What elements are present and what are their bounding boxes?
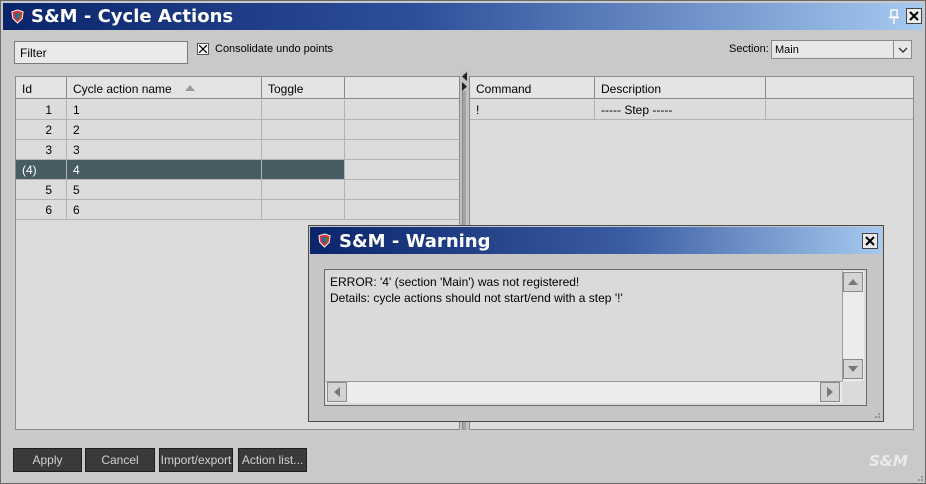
resize-grip-icon[interactable] (871, 409, 881, 419)
cell-id[interactable]: 1 (16, 100, 67, 120)
cell-id[interactable]: 6 (16, 200, 67, 220)
close-icon (865, 236, 875, 246)
close-button[interactable] (906, 8, 922, 24)
column-header-id[interactable]: Id (16, 77, 67, 99)
cell-filler (766, 100, 913, 120)
triangle-up-icon (848, 279, 858, 285)
cell-name[interactable]: 4 (67, 160, 262, 180)
column-header-description[interactable]: Description (595, 77, 766, 99)
warning-message[interactable]: ERROR: '4' (section 'Main') was not regi… (330, 274, 623, 306)
cell-toggle[interactable] (262, 120, 345, 140)
action-list-button[interactable]: Action list... (238, 448, 307, 472)
cell-filler (345, 160, 459, 180)
filter-input[interactable] (14, 41, 188, 64)
horizontal-scrollbar[interactable] (326, 381, 842, 403)
section-value: Main (775, 44, 799, 56)
cell-filler (345, 200, 459, 220)
apply-button[interactable]: Apply (13, 448, 82, 472)
cell-toggle[interactable] (262, 200, 345, 220)
cell-filler (345, 100, 459, 120)
cell-filler (345, 120, 459, 140)
column-header-toggle[interactable]: Toggle (262, 77, 345, 99)
expand-right-icon[interactable] (461, 82, 468, 91)
scroll-down-button[interactable] (843, 359, 863, 379)
cell-id[interactable]: (4) (16, 160, 67, 180)
section-label: Section: (729, 43, 769, 55)
details-line: Details: cycle actions should not start/… (330, 291, 623, 305)
triangle-right-icon (827, 387, 833, 397)
sm-logo-text: S&M (869, 452, 908, 470)
cell-name[interactable]: 6 (67, 200, 262, 220)
cell-name[interactable]: 3 (67, 140, 262, 160)
cell-command[interactable]: ! (470, 100, 595, 120)
cell-id[interactable]: 2 (16, 120, 67, 140)
consolidate-checkbox[interactable] (197, 43, 209, 55)
cell-name[interactable]: 5 (67, 180, 262, 200)
cancel-button[interactable]: Cancel (85, 448, 155, 472)
triangle-down-icon (848, 366, 858, 372)
table-row[interactable]: 66 (16, 200, 459, 220)
cell-filler (345, 180, 459, 200)
column-header-name[interactable]: Cycle action name (67, 77, 262, 99)
cell-toggle[interactable] (262, 160, 345, 180)
chevron-down-icon[interactable] (893, 41, 911, 58)
column-header-filler (345, 77, 459, 99)
cell-id[interactable]: 5 (16, 180, 67, 200)
warning-message-box[interactable]: ERROR: '4' (section 'Main') was not regi… (324, 269, 867, 406)
consolidate-label[interactable]: Consolidate undo points (215, 43, 333, 55)
table-row[interactable]: 22 (16, 120, 459, 140)
cell-name[interactable]: 2 (67, 120, 262, 140)
close-icon (909, 11, 919, 21)
warning-title: S&M - Warning (339, 231, 491, 252)
sort-ascending-icon (185, 85, 195, 91)
cell-toggle[interactable] (262, 100, 345, 120)
window-title: S&M - Cycle Actions (31, 6, 234, 27)
vertical-scrollbar[interactable] (842, 271, 864, 381)
scroll-left-button[interactable] (327, 382, 347, 402)
table-row[interactable]: 55 (16, 180, 459, 200)
check-mark-icon (199, 45, 207, 53)
cell-name[interactable]: 1 (67, 100, 262, 120)
column-header-filler (766, 77, 913, 99)
warning-dialog: S&M - Warning ERROR: '4' (section 'Main'… (308, 225, 884, 422)
table-row[interactable]: 33 (16, 140, 459, 160)
table-row[interactable]: (4) 4 (16, 160, 459, 180)
section-dropdown[interactable]: Main (771, 40, 912, 59)
table-row[interactable]: 11 (16, 100, 459, 120)
cell-toggle[interactable] (262, 140, 345, 160)
cell-description[interactable]: ----- Step ----- (595, 100, 766, 120)
sm-logo-icon (318, 233, 331, 248)
import-export-button[interactable]: Import/export (159, 448, 233, 472)
resize-grip-icon[interactable] (914, 472, 924, 482)
error-line: ERROR: '4' (section 'Main') was not regi… (330, 275, 580, 289)
warning-close-button[interactable] (862, 233, 878, 249)
window-titlebar[interactable]: S&M - Cycle Actions (3, 3, 923, 30)
table-row[interactable]: ! ----- Step ----- (470, 100, 913, 120)
pin-icon[interactable] (887, 9, 901, 25)
column-header-command[interactable]: Command (470, 77, 595, 99)
sm-logo-icon (11, 9, 24, 24)
cell-id[interactable]: 3 (16, 140, 67, 160)
scroll-right-button[interactable] (820, 382, 840, 402)
scroll-up-button[interactable] (843, 272, 863, 292)
cell-toggle[interactable] (262, 180, 345, 200)
warning-titlebar[interactable]: S&M - Warning (310, 227, 882, 254)
triangle-left-icon (334, 387, 340, 397)
collapse-left-icon[interactable] (461, 72, 468, 81)
cell-filler (345, 140, 459, 160)
